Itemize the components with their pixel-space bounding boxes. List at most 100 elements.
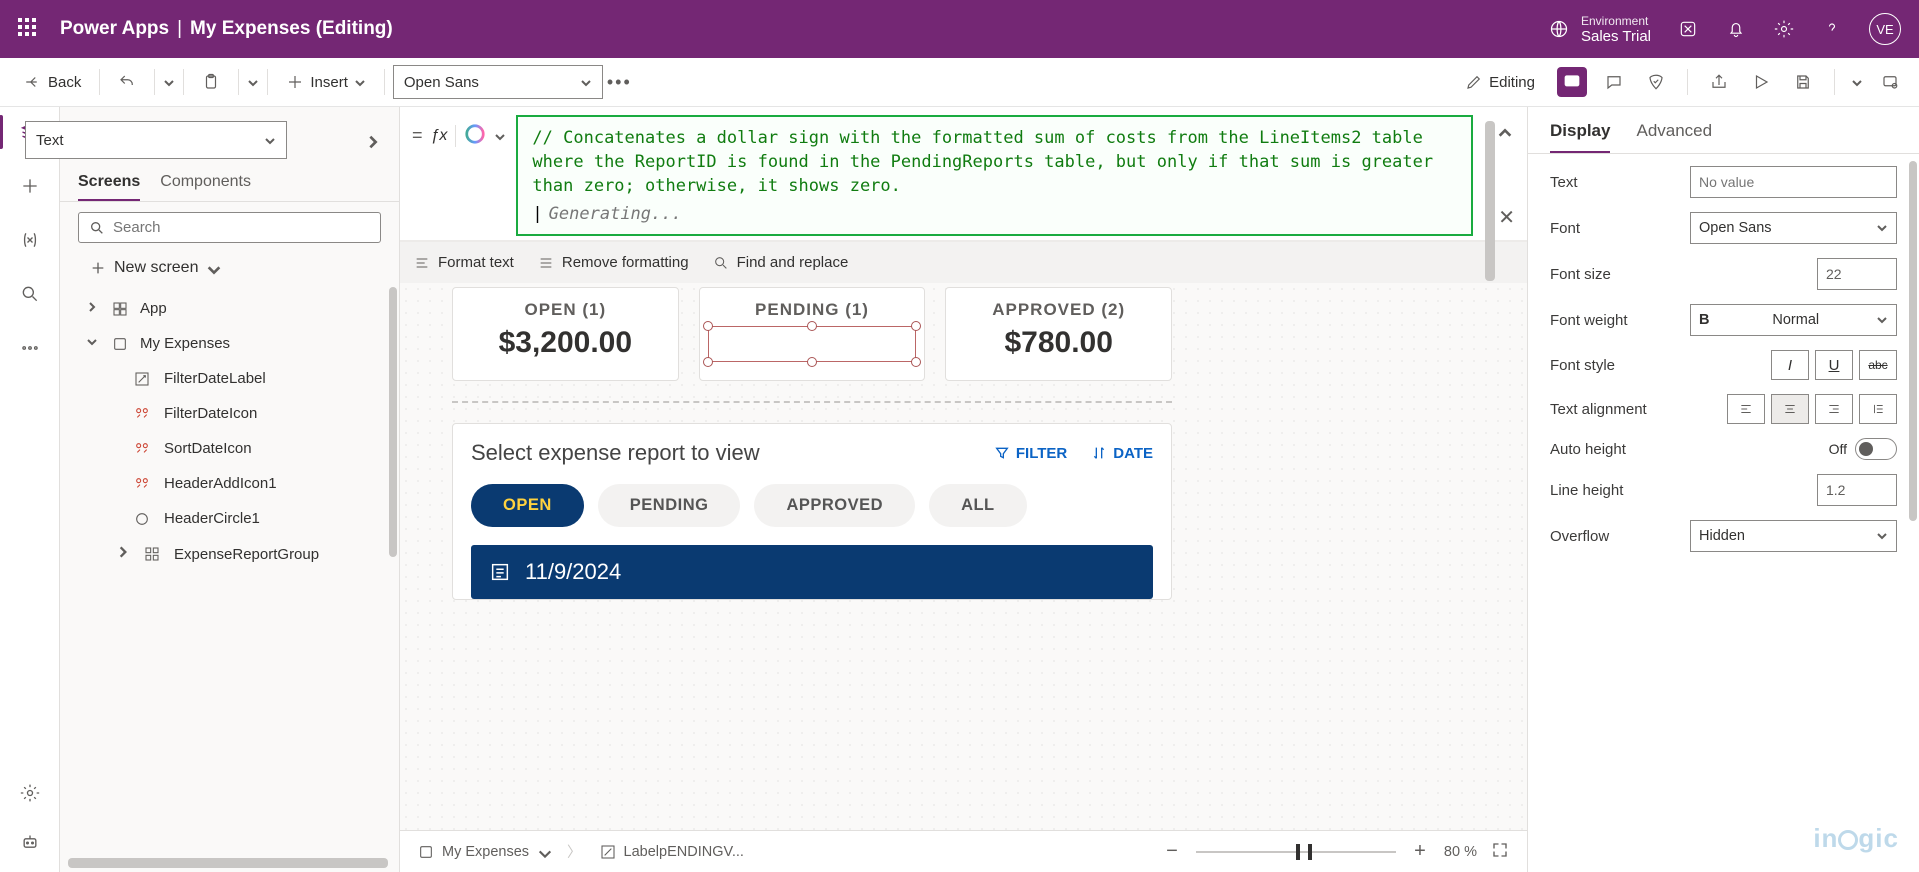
- more-rail-icon[interactable]: [15, 333, 45, 363]
- prop-text-input[interactable]: [1690, 166, 1897, 198]
- tree-node-app[interactable]: App: [60, 291, 393, 326]
- find-replace-button[interactable]: Find and replace: [713, 254, 849, 271]
- property-selector[interactable]: Text: [25, 121, 287, 159]
- tab-advanced[interactable]: Advanced: [1636, 113, 1712, 153]
- paste-button[interactable]: [192, 67, 230, 97]
- insert-pane-icon[interactable]: [15, 171, 45, 201]
- undo-button[interactable]: [108, 67, 146, 97]
- equals-label: =: [412, 125, 423, 146]
- share-icon[interactable]: [1704, 67, 1734, 97]
- tree-view-panel: Tree view Screens Components New screen …: [60, 107, 400, 872]
- align-center[interactable]: [1771, 394, 1809, 424]
- formula-close-icon[interactable]: ✕: [1498, 205, 1515, 230]
- align-right[interactable]: [1815, 394, 1853, 424]
- prop-font-size-input[interactable]: [1817, 258, 1897, 290]
- settings-icon[interactable]: [1773, 18, 1795, 40]
- remove-formatting-button[interactable]: Remove formatting: [538, 254, 689, 271]
- copilot-icon[interactable]: [1677, 18, 1699, 40]
- tab-screens[interactable]: Screens: [78, 165, 140, 201]
- status-card-open: OPEN (1) $3,200.00: [452, 287, 679, 381]
- fx-icon[interactable]: ƒx: [431, 127, 448, 145]
- underline-toggle[interactable]: U: [1815, 350, 1853, 380]
- zoom-slider[interactable]: [1196, 851, 1396, 853]
- chat-icon[interactable]: [1599, 67, 1629, 97]
- italic-toggle[interactable]: I: [1771, 350, 1809, 380]
- formula-collapse-icon[interactable]: [1497, 125, 1513, 144]
- auto-height-toggle[interactable]: [1855, 438, 1897, 460]
- align-left[interactable]: [1727, 394, 1765, 424]
- more-commands-icon[interactable]: •••: [607, 72, 631, 93]
- zoom-out-button[interactable]: −: [1162, 840, 1182, 863]
- formula-editor[interactable]: // Concatenates a dollar sign with the f…: [516, 115, 1473, 236]
- paste-split-chevron[interactable]: [247, 76, 259, 88]
- pill-pending[interactable]: PENDING: [598, 484, 741, 527]
- environment-picker[interactable]: Environment Sales Trial: [1549, 14, 1651, 45]
- tree-child[interactable]: FilterDateIcon: [60, 396, 393, 431]
- app-launcher-icon[interactable]: [18, 18, 40, 40]
- insert-button[interactable]: Insert: [276, 67, 376, 97]
- status-card-pending: PENDING (1): [699, 287, 926, 381]
- variables-icon[interactable]: [15, 225, 45, 255]
- status-card-approved: APPROVED (2) $780.00: [945, 287, 1172, 381]
- format-text-button[interactable]: Format text: [414, 254, 514, 271]
- formula-bar: = ƒx // Concatenates a dollar sign with …: [400, 107, 1527, 241]
- pill-all[interactable]: ALL: [929, 484, 1027, 527]
- undo-split-chevron[interactable]: [163, 76, 175, 88]
- save-icon[interactable]: [1788, 67, 1818, 97]
- tree-child[interactable]: HeaderAddIcon1: [60, 466, 393, 501]
- tree-search-input[interactable]: [113, 219, 370, 236]
- breadcrumb-screen[interactable]: My Expenses: [418, 844, 549, 860]
- help-icon[interactable]: [1821, 18, 1843, 40]
- user-avatar[interactable]: VE: [1869, 13, 1901, 45]
- tree-child[interactable]: SortDateIcon: [60, 431, 393, 466]
- left-rail: [0, 107, 60, 872]
- font-picker[interactable]: Open Sans: [393, 65, 603, 99]
- prop-line-height-input[interactable]: [1817, 474, 1897, 506]
- fit-to-screen-icon[interactable]: [1491, 841, 1509, 863]
- tree-child[interactable]: FilterDateLabel: [60, 361, 393, 396]
- command-bar: Back Insert Open Sans ••• Editing: [0, 58, 1919, 107]
- tree-child[interactable]: ExpenseReportGroup: [60, 536, 393, 572]
- prop-font-weight-select[interactable]: Normal: [1690, 304, 1897, 336]
- checker-icon[interactable]: [1641, 67, 1671, 97]
- design-canvas[interactable]: OPEN (1) $3,200.00 PENDING (1) APPROVED …: [400, 283, 1527, 872]
- prop-overflow-select[interactable]: Hidden: [1690, 520, 1897, 552]
- properties-panel: Display Advanced Text FontOpen Sans Font…: [1527, 107, 1919, 872]
- tree-child[interactable]: HeaderCircle1: [60, 501, 393, 536]
- list-title: Select expense report to view: [471, 440, 760, 466]
- back-button[interactable]: Back: [14, 67, 91, 97]
- tree-search-box[interactable]: [78, 212, 381, 243]
- rail-settings-icon[interactable]: [15, 778, 45, 808]
- pill-open[interactable]: OPEN: [471, 484, 584, 527]
- pill-approved[interactable]: APPROVED: [754, 484, 915, 527]
- tree-horizontal-scrollbar[interactable]: [68, 858, 388, 868]
- prop-font-select[interactable]: Open Sans: [1690, 212, 1897, 244]
- new-screen-button[interactable]: New screen: [60, 253, 399, 291]
- notifications-icon[interactable]: [1725, 18, 1747, 40]
- tree-scrollbar[interactable]: [389, 287, 397, 557]
- filter-button[interactable]: FILTER: [994, 445, 1067, 462]
- align-justify[interactable]: [1859, 394, 1897, 424]
- formula-scrollbar[interactable]: [1485, 121, 1495, 281]
- tab-components[interactable]: Components: [160, 165, 251, 201]
- search-rail-icon[interactable]: [15, 279, 45, 309]
- watermark: ingic: [1813, 823, 1899, 854]
- copilot-formula-icon[interactable]: [464, 123, 486, 148]
- date-sort-button[interactable]: DATE: [1091, 445, 1153, 462]
- zoom-in-button[interactable]: +: [1410, 840, 1430, 863]
- properties-scrollbar[interactable]: [1909, 161, 1917, 521]
- expense-list-panel: Select expense report to view FILTER DAT…: [452, 423, 1172, 600]
- save-split-chevron[interactable]: [1851, 76, 1863, 88]
- virtual-agent-icon[interactable]: [15, 828, 45, 858]
- tree-node-my-expenses[interactable]: My Expenses: [60, 326, 393, 361]
- collapse-panel-icon[interactable]: [365, 134, 381, 150]
- editing-mode[interactable]: Editing: [1455, 67, 1545, 97]
- preview-icon[interactable]: [1746, 67, 1776, 97]
- comments-pane-icon[interactable]: [1557, 67, 1587, 97]
- expense-report-row[interactable]: 11/9/2024: [471, 545, 1153, 599]
- publish-icon[interactable]: [1875, 67, 1905, 97]
- strike-toggle[interactable]: abc: [1859, 350, 1897, 380]
- breadcrumb-control[interactable]: LabelpENDINGV...: [600, 844, 744, 860]
- tab-display[interactable]: Display: [1550, 113, 1610, 153]
- selected-label-control[interactable]: [708, 326, 917, 362]
